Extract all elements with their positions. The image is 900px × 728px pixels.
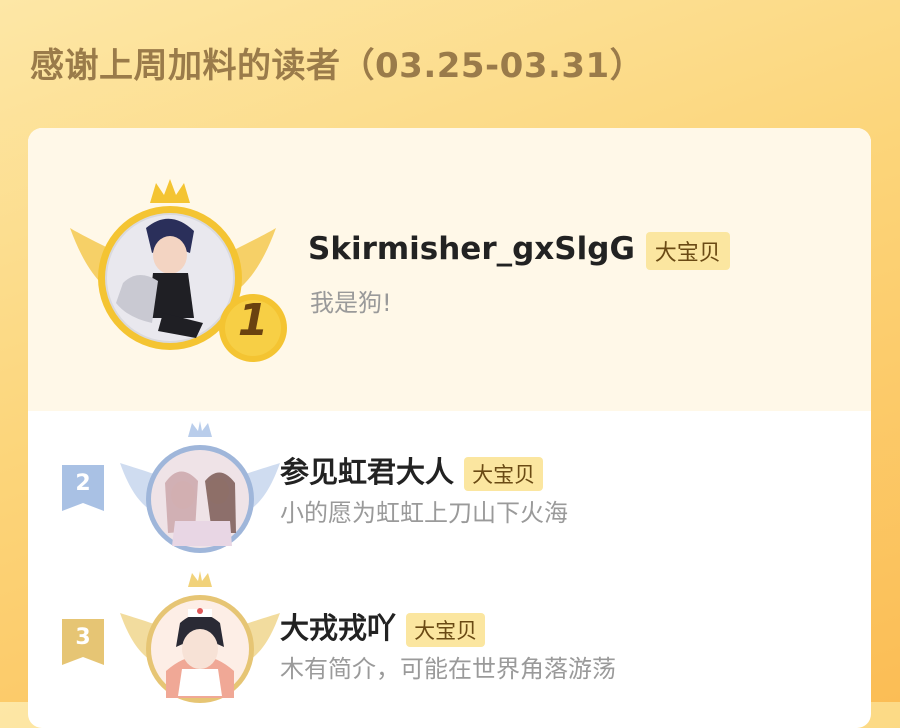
avatar-frame-gold: 1	[68, 173, 287, 363]
reader-bio: 小的愿为虹虹上刀山下火海	[280, 499, 568, 527]
reader-name: Skirmisher_gxSlgG 大宝贝	[308, 231, 730, 270]
reader-bio: 木有简介，可能在世界角落游荡	[280, 655, 616, 683]
status-badge: 大宝贝	[406, 613, 486, 647]
reader-name: 参见虹君大人 大宝贝	[280, 449, 544, 491]
reader-row-3[interactable]: 3 大戎戎吖 大宝贝 木有简介，可能在世界角落游荡	[28, 571, 871, 728]
reader-name: 大戎戎吖 大宝贝	[280, 605, 486, 647]
avatar-frame-silver	[120, 421, 280, 561]
rank-2-ribbon-icon: 2	[62, 465, 104, 511]
status-badge: 大宝贝	[645, 231, 730, 270]
reader-row-2[interactable]: 2 参见虹君大人 大宝贝 小的愿为虹虹上刀山下火海	[28, 411, 871, 571]
leaderboard-card: 1 Skirmisher_gxSlgG 大宝贝 我是狗! 2 参见虹君大人 大宝…	[28, 128, 871, 728]
page-title: 感谢上周加料的读者（03.25-03.31）	[30, 46, 645, 86]
rank-3-ribbon-icon: 3	[62, 619, 104, 665]
status-badge: 大宝贝	[464, 457, 544, 491]
reader-row-1[interactable]: 1 Skirmisher_gxSlgG 大宝贝 我是狗!	[28, 128, 871, 411]
rank-1-number: 1	[237, 295, 269, 346]
avatar-frame-bronze	[120, 571, 280, 711]
reader-bio: 我是狗!	[310, 289, 392, 317]
